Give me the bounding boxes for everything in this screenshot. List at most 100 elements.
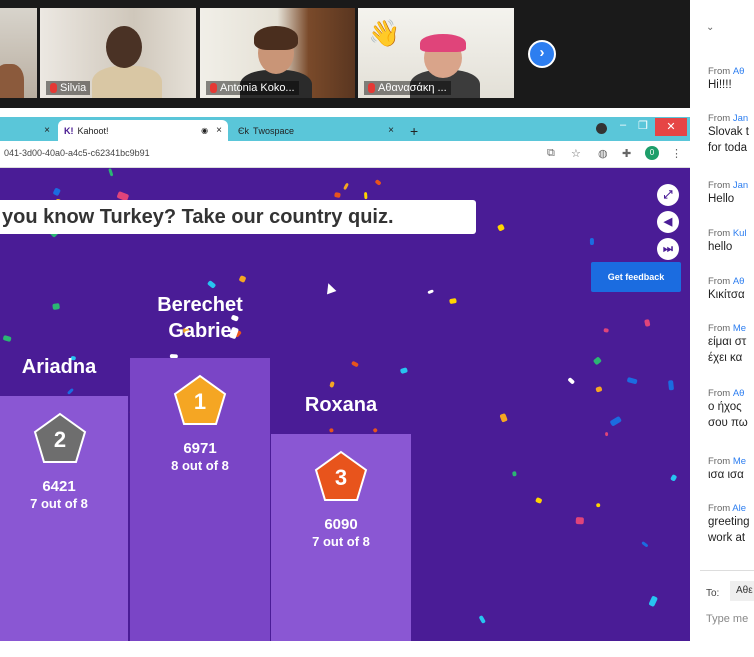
rank-badge-third: 3	[314, 450, 368, 502]
audio-icon: ◉	[201, 126, 209, 135]
chat-message: From Jan Slovak t for toda	[708, 113, 754, 156]
correct-answers: 8 out of 8	[171, 458, 229, 473]
confetti-piece	[610, 416, 622, 426]
tab-1[interactable]: ×	[0, 120, 56, 141]
video-strip: Silvia Antonia Koko... 👋 Αθανασάκη ... ›	[0, 0, 690, 108]
extension-globe-icon[interactable]: ◍	[598, 147, 608, 160]
confetti-piece	[641, 541, 648, 547]
confetti-piece	[329, 381, 335, 388]
confetti-piece	[603, 328, 609, 333]
profile-avatar[interactable]: 0	[645, 146, 659, 160]
message-sender-line: From Me	[708, 456, 754, 467]
plus-icon: +	[410, 122, 419, 139]
confetti-piece	[375, 179, 381, 186]
rank-number: 3	[334, 465, 348, 490]
translate-icon[interactable]: ⧉	[547, 147, 555, 160]
confetti-piece	[3, 335, 12, 342]
participant-name: Silvia	[60, 82, 87, 94]
confetti-piece	[535, 497, 542, 504]
message-sender-line: From Αθ	[708, 66, 754, 77]
mic-off-icon	[210, 83, 217, 93]
chat-message: From Jan Hello	[708, 180, 754, 207]
message-sender-line: From Jan	[708, 180, 754, 191]
menu-kebab-icon[interactable]: ⋮	[671, 147, 682, 160]
chat-input[interactable]: Type me	[706, 613, 748, 625]
mic-off-icon	[368, 83, 375, 93]
player-name-third: Roxana	[304, 394, 378, 416]
confetti-piece	[644, 319, 651, 327]
message-sender: Αθ	[732, 66, 745, 77]
tab-twospace[interactable]: Єk Τwospace ×	[232, 120, 400, 141]
message-text: work at	[708, 532, 746, 544]
confetti-piece	[108, 168, 113, 177]
confetti-piece	[400, 367, 408, 374]
tab-label: Τwospace	[252, 125, 294, 136]
message-sender: Jan	[732, 113, 749, 124]
confetti-piece	[351, 361, 359, 367]
message-sender-line: From Jan	[708, 113, 754, 124]
feedback-label: Get feedback	[607, 272, 665, 282]
bookmark-star-icon[interactable]: ☆	[571, 147, 581, 160]
next-participants-button[interactable]: ›	[528, 40, 556, 68]
confetti-piece	[334, 192, 341, 198]
minimize-button[interactable]: –	[620, 119, 626, 131]
confetti-piece	[53, 188, 61, 196]
minimize-icon: –	[620, 119, 627, 131]
confetti-piece	[575, 517, 584, 525]
restore-button[interactable]: ❐	[638, 119, 648, 132]
get-feedback-button[interactable]: Get feedback	[591, 262, 681, 292]
confetti-piece	[207, 280, 216, 289]
message-sender-line: From Ale	[708, 503, 754, 514]
browser-tab-bar: × K! Kahoot! ◉ × Єk Τwospace × + – ❐ ✕	[0, 117, 690, 141]
fullscreen-button[interactable]: ⤢	[657, 184, 679, 206]
podium-second: 2 6421 7 out of 8	[0, 396, 128, 641]
player-score: 6421	[42, 478, 76, 495]
tab-close-icon[interactable]: ×	[388, 125, 394, 136]
player-score: 6971	[183, 440, 217, 457]
kahoot-podium-screen: you know Turkey? Take our country quiz. …	[0, 168, 690, 641]
chat-message: From Kul hello	[708, 228, 754, 255]
message-prefix: From	[708, 456, 731, 467]
message-sender: Me	[732, 323, 747, 334]
participant-name: Αθανασάκη ...	[378, 82, 447, 94]
extensions-puzzle-icon[interactable]: ✚	[622, 147, 631, 160]
message-prefix: From	[708, 503, 731, 514]
recipient-label: To:	[706, 588, 720, 599]
divider	[700, 570, 754, 571]
video-tile-1[interactable]	[0, 8, 37, 98]
message-text: Hi!!!!	[708, 79, 732, 91]
message-sender: Kul	[732, 228, 747, 239]
bottom-bar	[0, 642, 690, 657]
chat-message: From Αθ ο ήχος σου πω	[708, 388, 754, 431]
message-sender: Αθ	[732, 276, 745, 287]
message-sender: Me	[732, 456, 747, 467]
kahoot-favicon-icon: K!	[64, 125, 74, 136]
tab-kahoot[interactable]: K! Kahoot! ◉ ×	[58, 120, 228, 141]
volume-button[interactable]: ◀	[657, 211, 679, 233]
video-tile-antonia[interactable]: Antonia Koko...	[200, 8, 355, 98]
tab-label: Kahoot!	[77, 125, 109, 136]
confetti-piece	[593, 357, 602, 365]
address-bar[interactable]: 041-3d00-40a0-a4c5-c62341bc9b91 ⧉ ☆ ◍ ✚ …	[0, 141, 690, 168]
correct-answers: 7 out of 8	[312, 534, 370, 549]
recipient-select[interactable]: Αθε	[730, 581, 754, 601]
chevron-down-icon[interactable]: ⌄	[706, 22, 714, 33]
message-prefix: From	[708, 276, 731, 287]
confetti-piece	[512, 471, 517, 477]
tab-close-icon[interactable]: ×	[216, 125, 222, 136]
skip-button[interactable]: ⏭	[657, 238, 679, 260]
url-field[interactable]: 041-3d00-40a0-a4c5-c62341bc9b91	[4, 148, 150, 158]
video-tile-athanasaki[interactable]: 👋 Αθανασάκη ...	[358, 8, 514, 98]
restore-icon: ❐	[638, 120, 648, 132]
close-window-button[interactable]: ✕	[655, 118, 687, 136]
new-tab-button[interactable]: +	[404, 120, 428, 141]
extension-icon[interactable]	[596, 123, 607, 134]
video-tile-silvia[interactable]: Silvia	[40, 8, 196, 98]
confetti-piece	[239, 275, 246, 283]
confetti-piece	[627, 377, 638, 384]
confetti-piece	[67, 388, 74, 395]
message-text: Hello	[708, 193, 735, 205]
confetti-piece	[605, 432, 609, 437]
participant-name-tag: Αθανασάκη ...	[364, 81, 451, 95]
tab-close-icon[interactable]: ×	[44, 125, 50, 136]
